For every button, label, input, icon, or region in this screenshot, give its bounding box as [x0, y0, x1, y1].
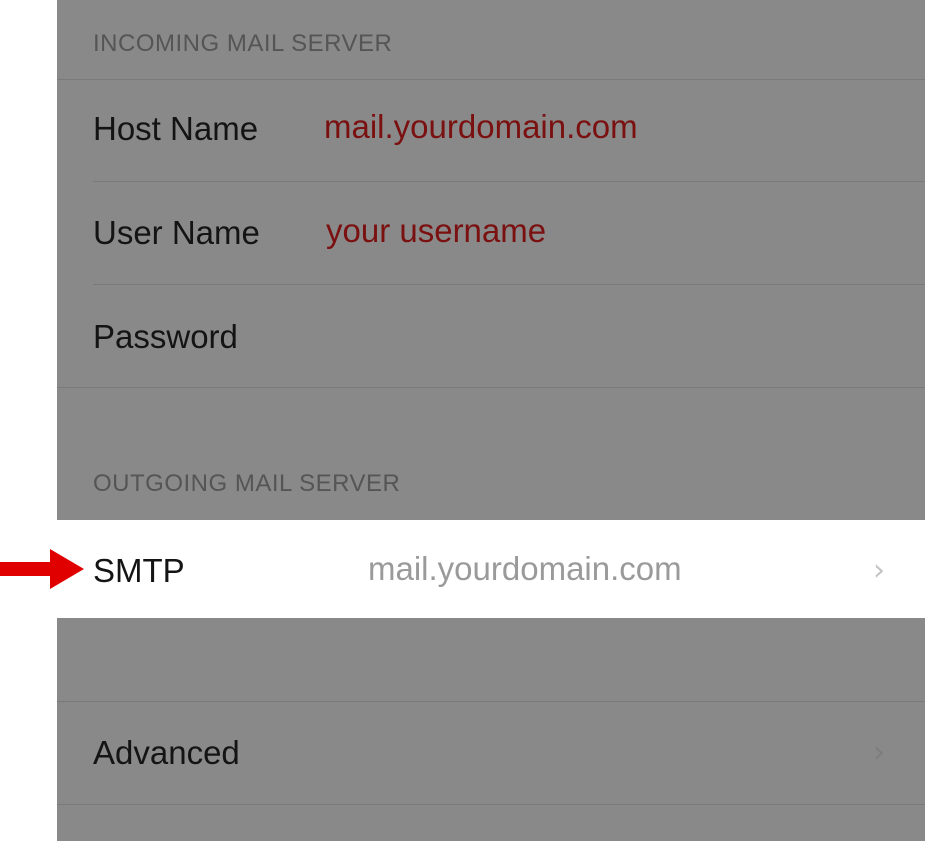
incoming-section-header: INCOMING MAIL SERVER [93, 30, 393, 57]
separator [57, 79, 925, 80]
password-field[interactable]: Password [93, 318, 238, 356]
user-name-label: User Name [93, 214, 260, 251]
smtp-label: SMTP [93, 552, 185, 589]
red-arrow-icon [0, 549, 84, 589]
separator [57, 387, 925, 388]
outgoing-section-header: OUTGOING MAIL SERVER [93, 470, 401, 497]
smtp-server-value: mail.yourdomain.com [368, 550, 682, 587]
separator [57, 804, 925, 805]
separator [93, 181, 925, 182]
user-name-field[interactable]: your username [326, 212, 546, 250]
advanced-row[interactable] [57, 702, 925, 804]
separator [93, 284, 925, 285]
chevron-right-icon: › [873, 553, 885, 588]
host-name-field[interactable]: mail.yourdomain.com [324, 108, 638, 146]
host-name-label: Host Name [93, 110, 259, 147]
